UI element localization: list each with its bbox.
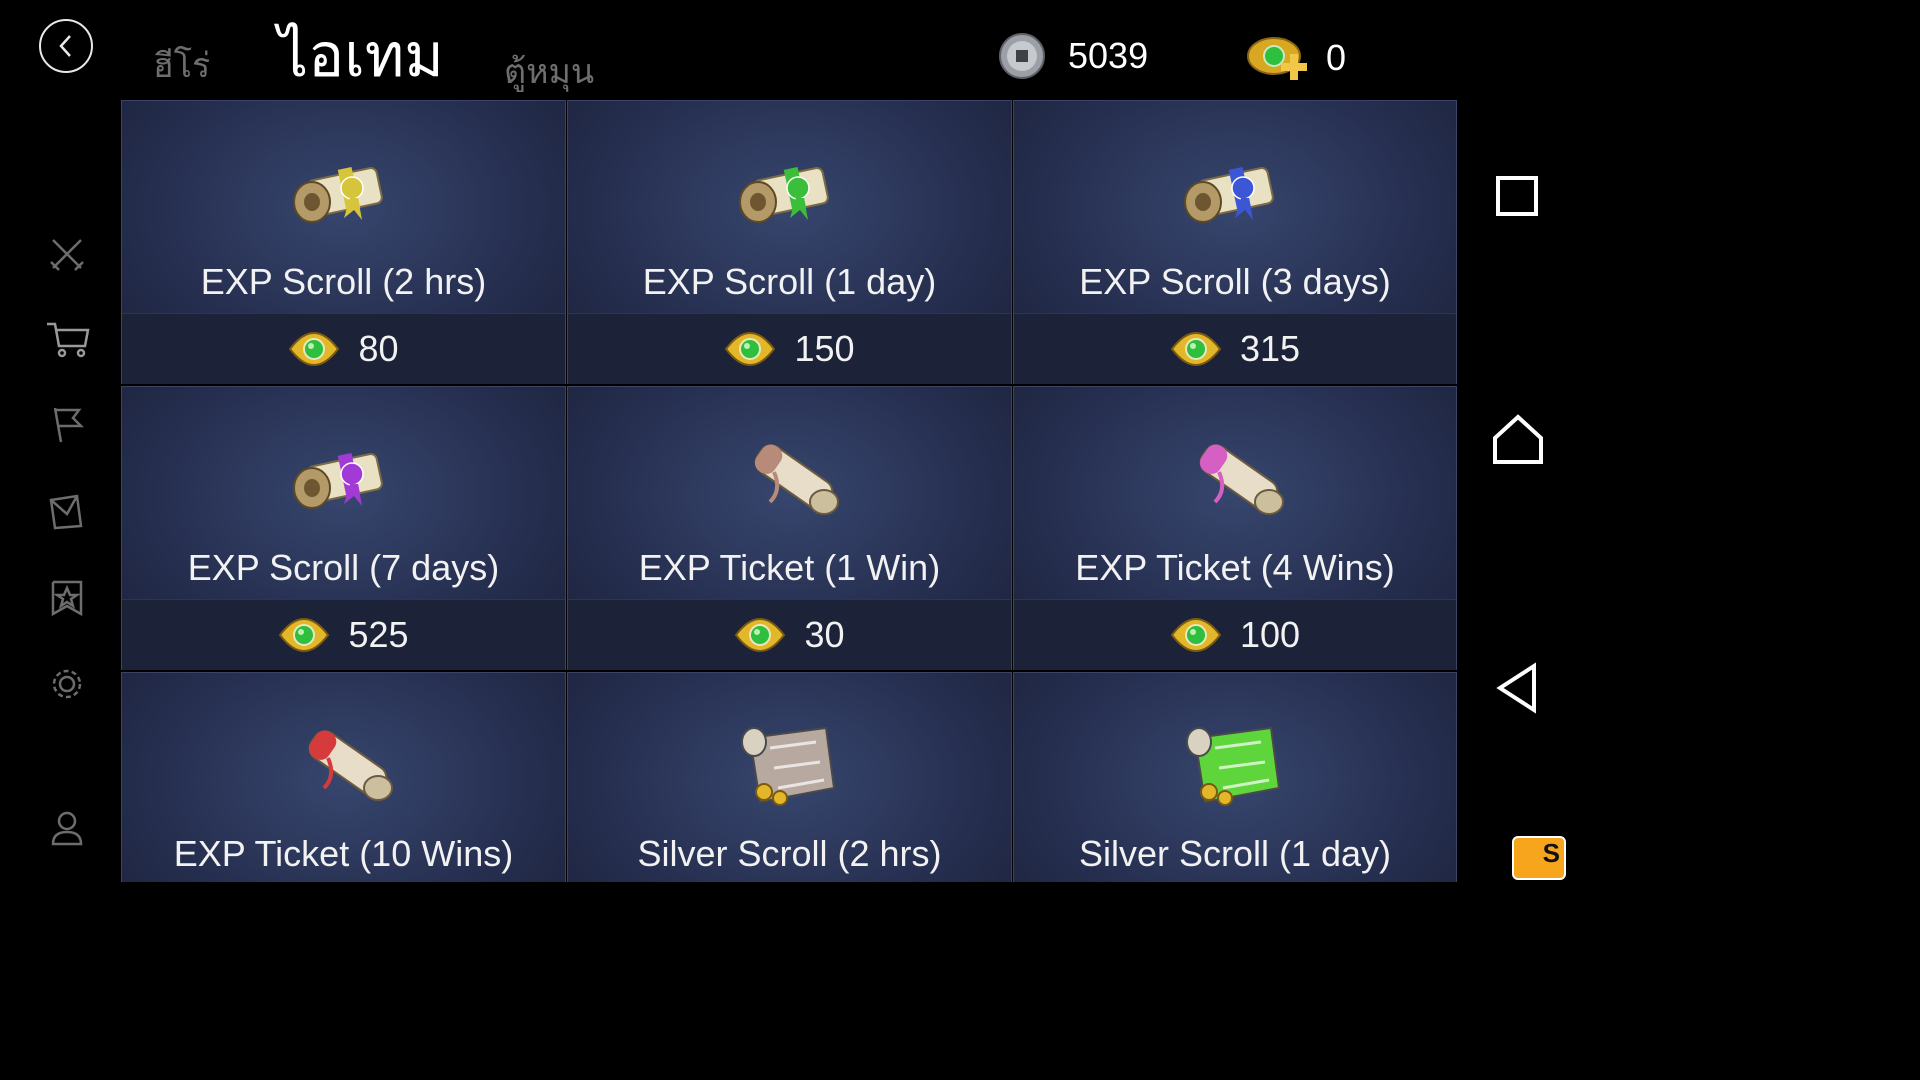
item-price: 80 bbox=[358, 328, 399, 369]
home-icon[interactable] bbox=[1490, 412, 1546, 468]
item-price: 525 bbox=[348, 614, 409, 655]
item-card[interactable]: Silver Scroll (2 hrs) bbox=[567, 672, 1012, 882]
gold-coin-icon bbox=[289, 331, 340, 367]
exp-scroll-icon bbox=[284, 146, 404, 236]
exp-ticket-icon bbox=[730, 432, 850, 522]
item-price: 315 bbox=[1239, 328, 1301, 369]
price-bar: 100 bbox=[1014, 599, 1456, 670]
ticket-currency[interactable]: 0 bbox=[1246, 32, 1346, 84]
exp-scroll-icon bbox=[1175, 146, 1295, 236]
item-price: 30 bbox=[804, 614, 845, 655]
exp-ticket-icon bbox=[284, 718, 404, 808]
gear-icon[interactable] bbox=[47, 664, 87, 704]
price-bar: 30 bbox=[568, 599, 1011, 670]
silver-amount: 5039 bbox=[1068, 35, 1149, 76]
gold-coin-icon bbox=[735, 617, 786, 653]
item-name: Silver Scroll (2 hrs) bbox=[637, 833, 942, 874]
price-bar: 150 bbox=[568, 313, 1011, 384]
item-card[interactable]: EXP Ticket (4 Wins) 100 bbox=[1013, 386, 1457, 670]
item-name: Silver Scroll (1 day) bbox=[1078, 833, 1392, 874]
person-icon[interactable] bbox=[47, 808, 87, 848]
recent-apps-icon[interactable] bbox=[1490, 168, 1546, 224]
ticket-coin-add-icon bbox=[1247, 37, 1307, 80]
envelope-icon[interactable] bbox=[47, 492, 87, 532]
item-card[interactable]: EXP Ticket (10 Wins) bbox=[121, 672, 566, 882]
watermark-logo: S bbox=[1512, 836, 1566, 880]
item-card[interactable]: EXP Ticket (1 Win) 30 bbox=[567, 386, 1012, 670]
item-name: EXP Scroll (1 day) bbox=[642, 261, 937, 302]
item-name: EXP Scroll (7 days) bbox=[187, 547, 500, 588]
item-name: EXP Ticket (1 Win) bbox=[638, 547, 941, 588]
exp-scroll-icon bbox=[284, 432, 404, 522]
tab-gacha[interactable]: ตู้หมุน bbox=[504, 44, 594, 98]
silver-scroll-icon bbox=[730, 718, 850, 808]
gold-coin-icon bbox=[1170, 331, 1222, 367]
silver-coin-icon bbox=[999, 33, 1045, 79]
left-nav bbox=[0, 0, 120, 882]
item-price: 150 bbox=[794, 328, 855, 369]
ticket-amount: 0 bbox=[1326, 37, 1347, 78]
exp-scroll-icon bbox=[730, 146, 850, 236]
item-price: 100 bbox=[1239, 614, 1301, 655]
back-nav-icon[interactable] bbox=[1490, 660, 1546, 716]
flag-icon[interactable] bbox=[47, 404, 87, 444]
tab-items[interactable]: ไอเทม bbox=[278, 8, 444, 103]
exp-ticket-icon bbox=[1175, 432, 1295, 522]
item-card[interactable]: EXP Scroll (3 days) 315 bbox=[1013, 100, 1457, 384]
silver-currency: 5039 bbox=[998, 32, 1148, 80]
item-card[interactable]: EXP Scroll (7 days) 525 bbox=[121, 386, 566, 670]
star-banner-icon[interactable] bbox=[47, 578, 87, 618]
gold-coin-icon bbox=[1170, 617, 1222, 653]
price-bar: 80 bbox=[122, 313, 565, 384]
gold-coin-icon bbox=[279, 617, 330, 653]
silver-scroll-icon bbox=[1175, 718, 1295, 808]
item-name: EXP Ticket (4 Wins) bbox=[1075, 547, 1395, 588]
item-card[interactable]: EXP Scroll (1 day) 150 bbox=[567, 100, 1012, 384]
gold-coin-icon bbox=[725, 331, 776, 367]
crossed-swords-icon[interactable] bbox=[47, 234, 87, 274]
item-card[interactable]: Silver Scroll (1 day) bbox=[1013, 672, 1457, 882]
cart-icon[interactable] bbox=[45, 320, 91, 360]
price-bar: 315 bbox=[1014, 313, 1456, 384]
item-name: EXP Scroll (3 days) bbox=[1079, 261, 1391, 302]
tab-heroes[interactable]: ฮีโร่ bbox=[153, 38, 210, 92]
item-card[interactable]: EXP Scroll (2 hrs) 80 bbox=[121, 100, 566, 384]
price-bar: 525 bbox=[122, 599, 565, 670]
item-name: EXP Scroll (2 hrs) bbox=[200, 261, 487, 302]
item-grid: EXP Scroll (2 hrs) 80 EXP Scroll (1 day) 15… bbox=[121, 100, 1457, 882]
item-name: EXP Ticket (10 Wins) bbox=[173, 833, 514, 874]
